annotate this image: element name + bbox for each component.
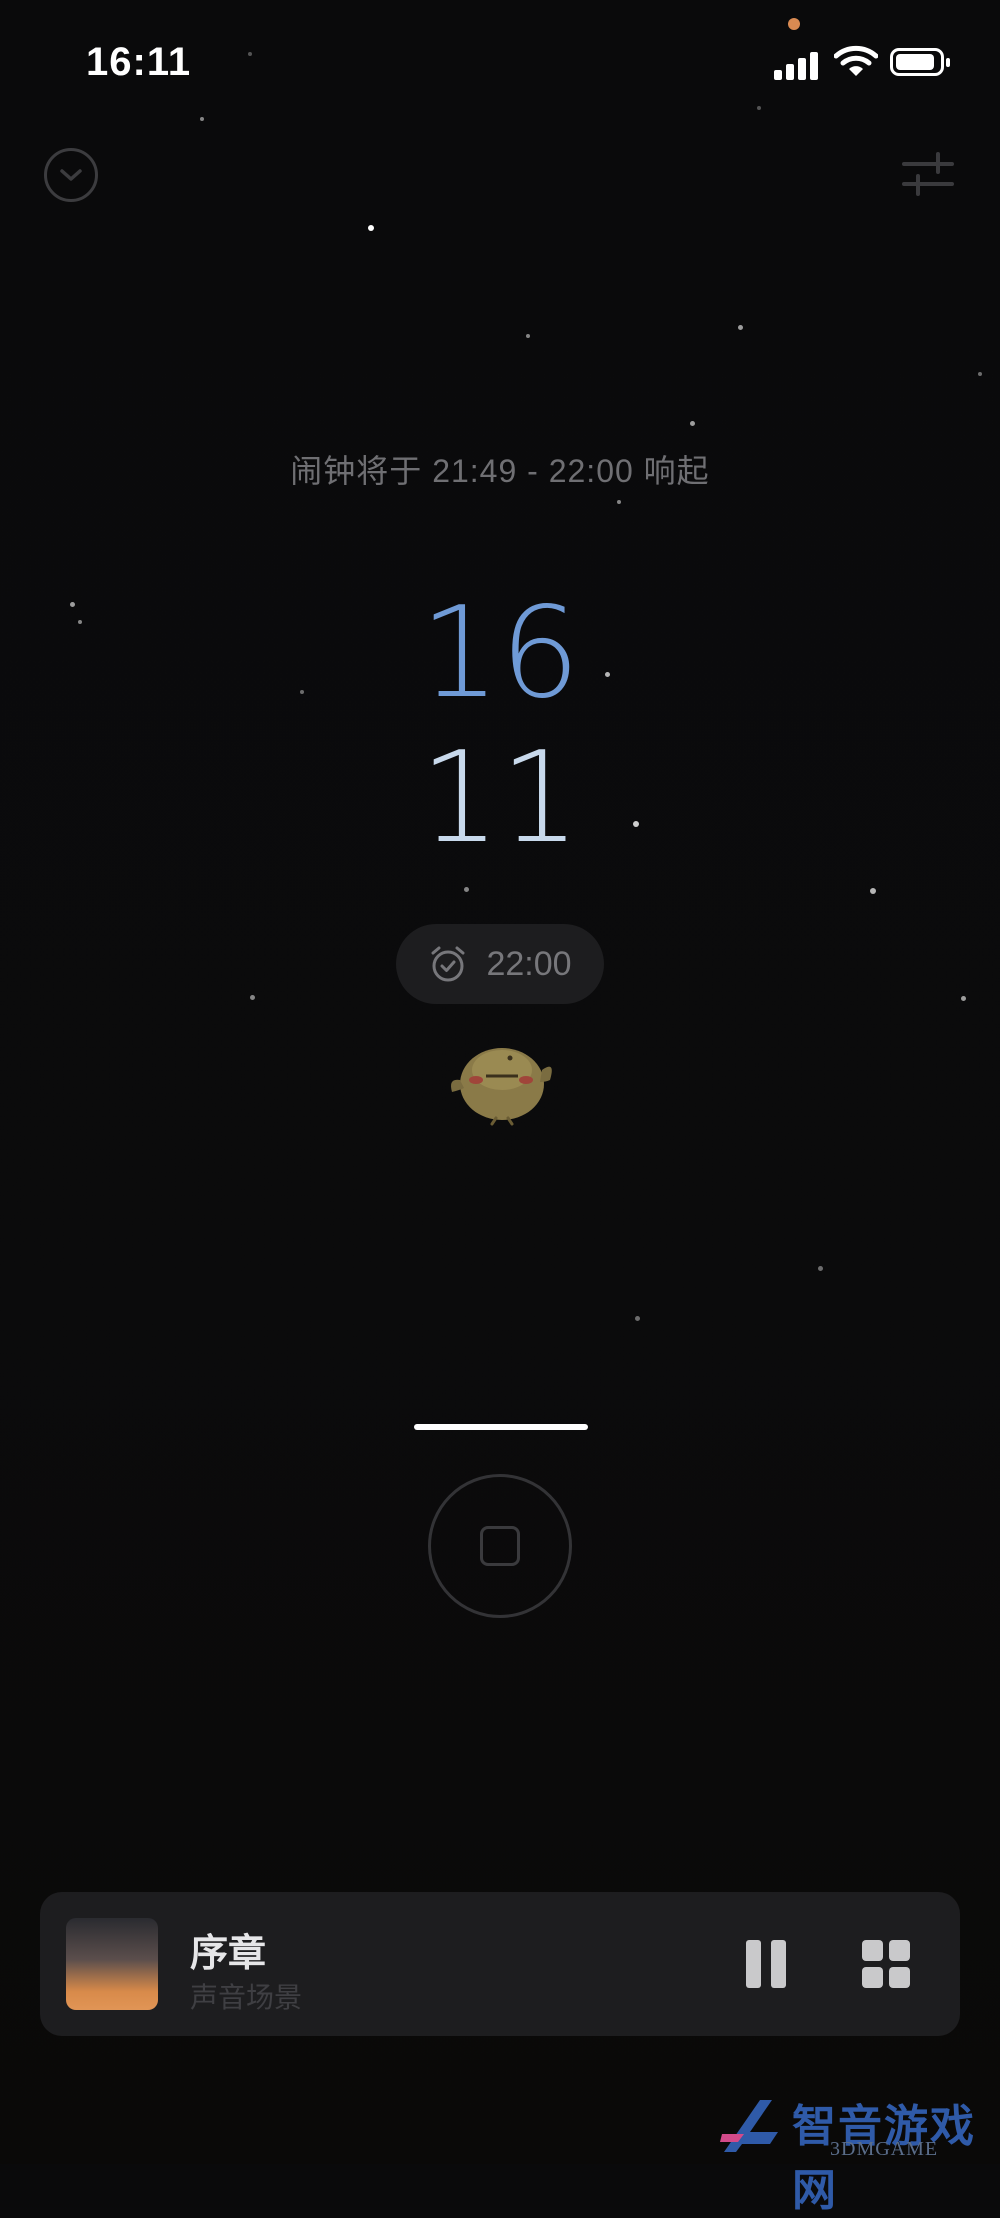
star — [738, 325, 743, 330]
pause-icon — [746, 1940, 761, 1988]
watermark: 智音游戏网 3DMGAME — [720, 2090, 990, 2215]
star — [818, 1266, 823, 1271]
watermark-subtext: 3DMGAME — [830, 2138, 939, 2160]
status-time: 16:11 — [86, 40, 192, 84]
star — [250, 995, 255, 1000]
alarm-time-pill[interactable]: 22:00 — [396, 924, 604, 1004]
star — [635, 1316, 640, 1321]
alarm-schedule-text: 闹钟将于 21:49 - 22:00 响起 — [290, 453, 710, 489]
clock-hour: 16 — [419, 579, 581, 726]
pause-button[interactable] — [746, 1940, 790, 1988]
track-subtitle: 声音场景 — [190, 1982, 303, 2013]
stop-button[interactable] — [428, 1474, 572, 1618]
watermark-logo-icon — [720, 2100, 778, 2152]
star — [617, 500, 621, 504]
star — [248, 52, 252, 56]
star — [978, 372, 982, 376]
star — [961, 996, 966, 1001]
scenes-grid-button[interactable] — [862, 1940, 910, 1988]
drag-handle[interactable] — [414, 1424, 588, 1430]
star — [690, 421, 695, 426]
album-art — [66, 1918, 158, 2010]
star — [526, 334, 530, 338]
wifi-icon — [833, 44, 879, 83]
star — [757, 106, 761, 110]
battery-icon — [890, 48, 950, 76]
star — [870, 888, 876, 894]
collapse-button[interactable] — [44, 148, 98, 202]
alarm-time-label: 22:00 — [486, 944, 572, 983]
mini-player[interactable]: 序章 声音场景 — [40, 1892, 960, 2036]
star — [200, 117, 204, 121]
recording-indicator-dot — [788, 18, 800, 30]
star — [368, 225, 374, 231]
clock-minute: 11 — [419, 724, 581, 871]
settings-button[interactable] — [900, 150, 956, 200]
stop-square-icon — [480, 1526, 520, 1566]
star — [464, 887, 469, 892]
cellular-signal-icon — [774, 46, 820, 80]
bird-mascot-icon[interactable] — [446, 1030, 558, 1126]
sliders-icon — [902, 152, 954, 196]
grid-icon — [862, 1940, 883, 1961]
chevron-down-icon — [60, 169, 82, 181]
track-title: 序章 — [190, 1933, 267, 1975]
alarm-clock-icon — [431, 946, 465, 982]
